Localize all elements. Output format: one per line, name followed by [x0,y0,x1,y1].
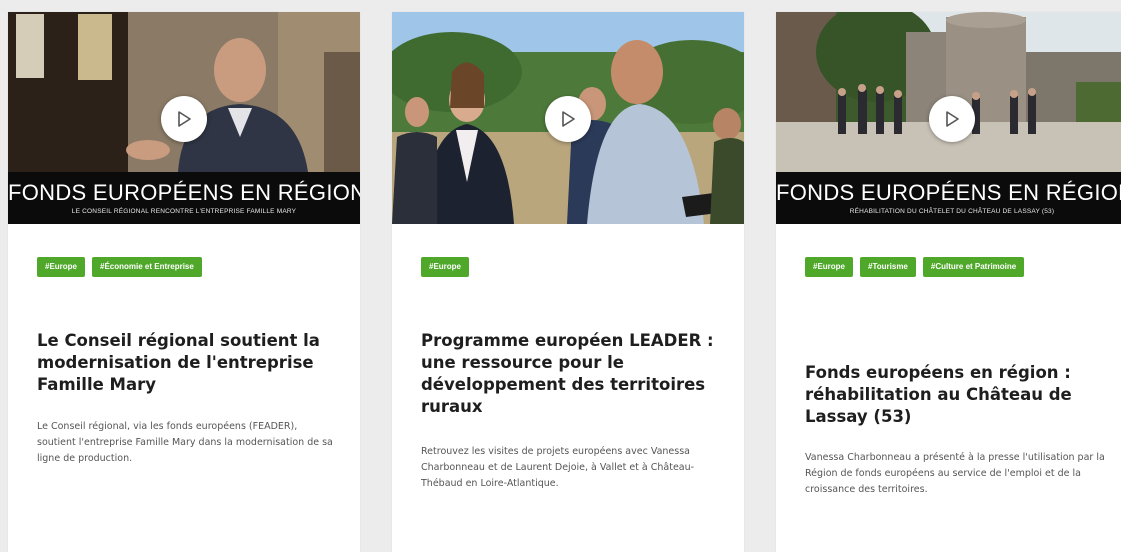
play-button[interactable] [545,96,591,142]
tag-list: #Europe #Économie et Entreprise [37,254,337,285]
play-button[interactable] [929,96,975,142]
tag-europe[interactable]: #Europe [37,257,86,277]
card-title[interactable]: Programme européen LEADER : une ressourc… [421,330,721,418]
banner-title: FONDS EUROPÉENS EN RÉGION [8,180,360,205]
tag-list: #Europe #Tourisme #Culture et Patrimoine [805,254,1105,285]
tag-list: #Europe [421,254,721,285]
video-banner: FONDS EUROPÉENS EN RÉGION RÉHABILITATION… [776,172,1121,224]
tag-economie-entreprise[interactable]: #Économie et Entreprise [92,257,202,277]
banner-subtitle: RÉHABILITATION DU CHÂTELET DU CHÂTEAU DE… [849,208,1055,215]
banner-title: FONDS EUROPÉENS EN RÉGION [776,180,1121,205]
news-card-lassay[interactable]: FONDS EUROPÉENS EN RÉGION RÉHABILITATION… [776,12,1121,552]
play-icon [562,111,575,127]
tag-culture-patrimoine[interactable]: #Culture et Patrimoine [922,257,1025,277]
play-icon [946,111,959,127]
tag-europe[interactable]: #Europe [805,257,854,277]
news-card-grid: FONDS EUROPÉENS EN RÉGION LE CONSEIL RÉG… [0,0,1121,552]
banner-subtitle: LE CONSEIL RÉGIONAL RENCONTRE L'ENTREPRI… [71,208,297,215]
card-description: Retrouvez les visites de projets europée… [421,446,695,489]
news-card-leader[interactable]: #Europe Programme européen LEADER : une … [392,12,744,552]
video-thumbnail[interactable] [392,12,744,224]
play-icon [178,111,191,127]
card-description: Le Conseil régional, via les fonds europ… [37,421,333,464]
video-thumbnail[interactable]: FONDS EUROPÉENS EN RÉGION RÉHABILITATION… [776,12,1121,224]
play-button[interactable] [161,96,207,142]
tag-europe[interactable]: #Europe [421,257,470,277]
news-card-famille-mary[interactable]: FONDS EUROPÉENS EN RÉGION LE CONSEIL RÉG… [8,12,360,552]
card-title[interactable]: Le Conseil régional soutient la modernis… [37,330,337,396]
video-thumbnail[interactable]: FONDS EUROPÉENS EN RÉGION LE CONSEIL RÉG… [8,12,360,224]
card-title[interactable]: Fonds européens en région : réhabilitati… [805,362,1105,428]
video-banner: FONDS EUROPÉENS EN RÉGION LE CONSEIL RÉG… [8,172,360,224]
tag-tourisme[interactable]: #Tourisme [860,257,916,277]
card-description: Vanessa Charbonneau a présenté à la pres… [805,452,1105,495]
